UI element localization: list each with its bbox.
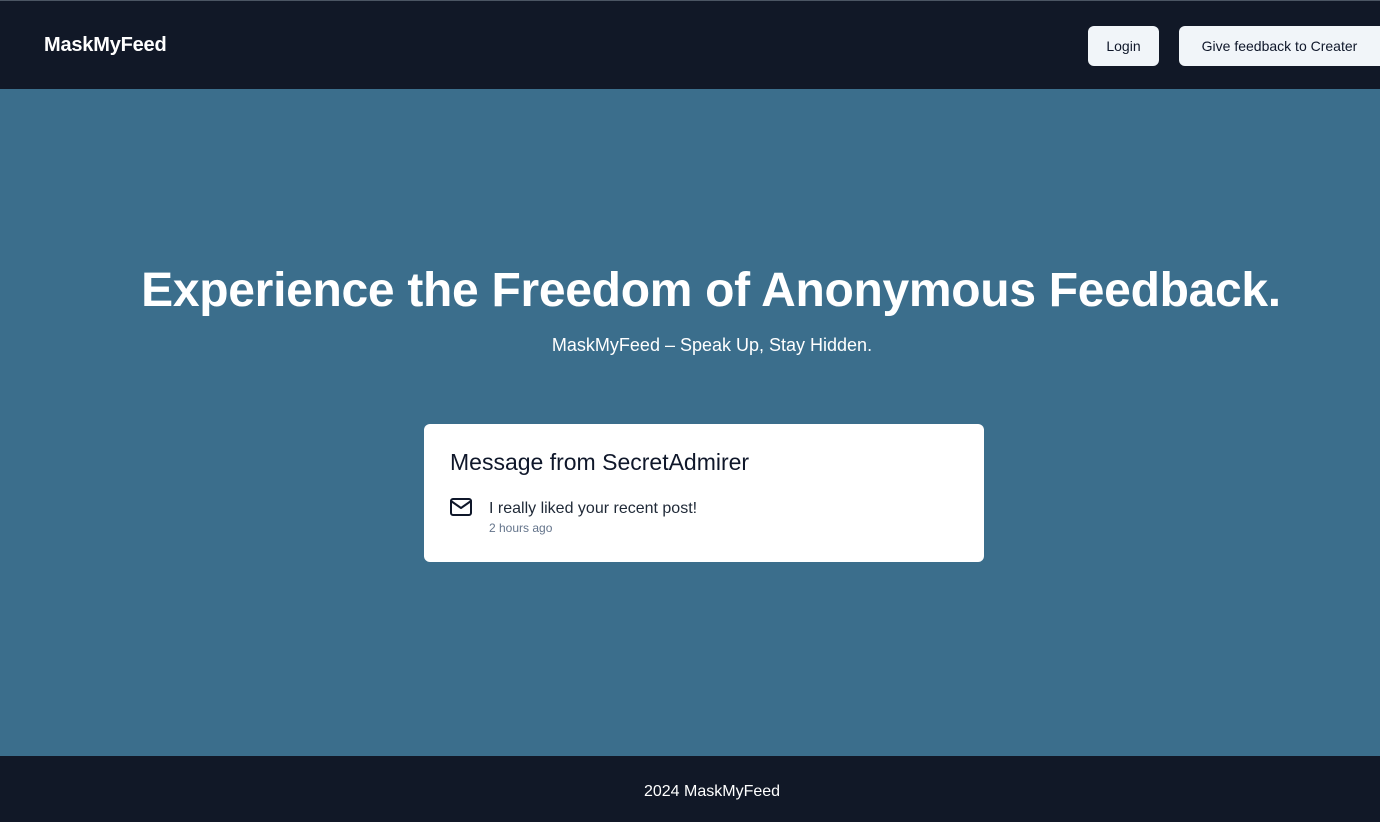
message-timestamp: 2 hours ago — [489, 521, 553, 535]
message-text: I really liked your recent post! — [489, 500, 698, 517]
footer: 2024 MaskMyFeed — [0, 756, 1380, 822]
navbar: MaskMyFeed Login Give feedback to Create… — [0, 0, 1380, 89]
hero-section: Experience the Freedom of Anonymous Feed… — [0, 89, 1380, 756]
footer-copyright: 2024 MaskMyFeed — [643, 783, 781, 800]
message-card-title: Message from SecretAdmirer — [450, 449, 750, 475]
hero-title: Experience the Freedom of Anonymous Feed… — [141, 264, 1281, 317]
login-button[interactable]: Login — [1088, 26, 1159, 66]
mail-icon — [450, 498, 472, 516]
give-feedback-button[interactable]: Give feedback to Creater — [1179, 26, 1380, 66]
hero-subtitle: MaskMyFeed – Speak Up, Stay Hidden. — [551, 335, 873, 355]
brand-logo[interactable]: MaskMyFeed — [44, 34, 167, 57]
message-card: Message from SecretAdmirer I really like… — [424, 424, 984, 562]
